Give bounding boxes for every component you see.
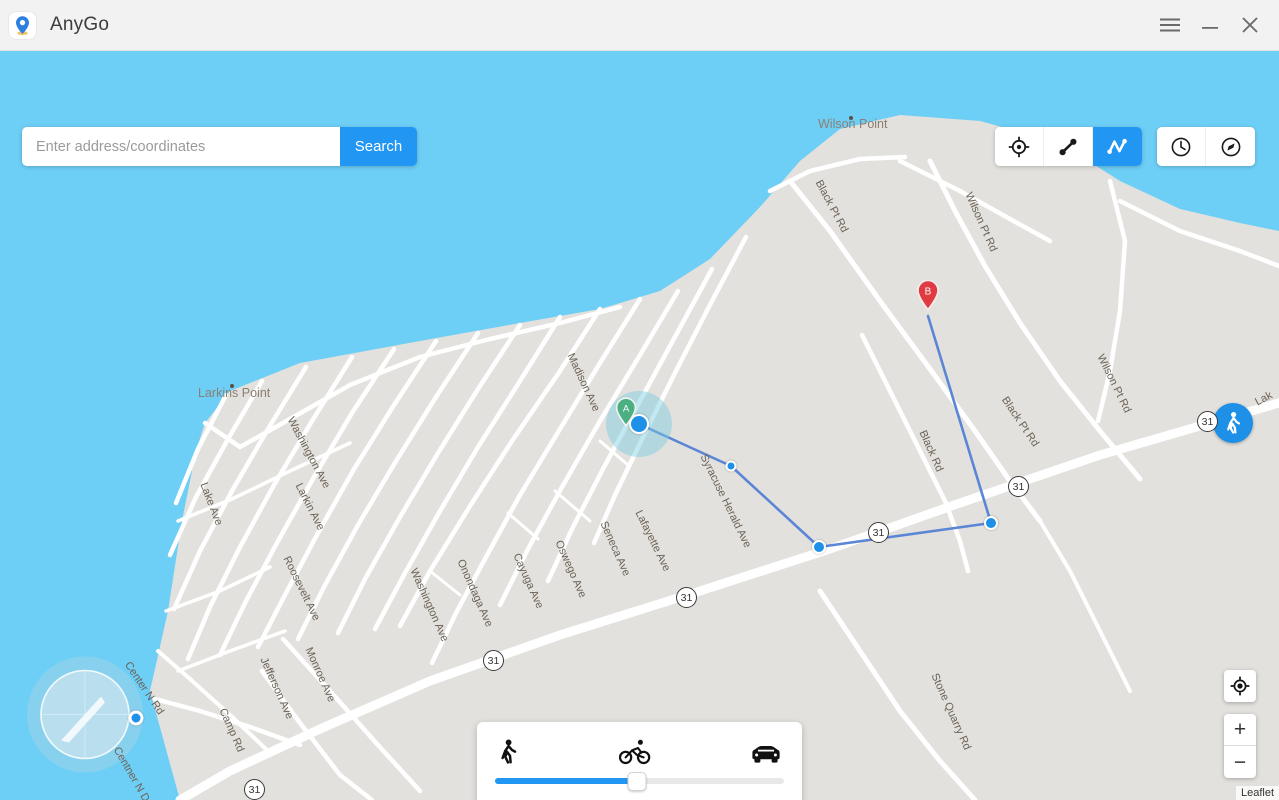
route-waypoint[interactable] (725, 460, 737, 472)
minimize-icon[interactable] (1197, 12, 1223, 38)
route-waypoint[interactable] (984, 516, 998, 530)
current-position-walker[interactable] (1213, 403, 1253, 443)
zoom-out-button[interactable]: − (1224, 746, 1256, 778)
route-waypoint[interactable] (812, 540, 826, 554)
utility-tool-group (1157, 127, 1255, 166)
walking-person-icon (501, 739, 517, 764)
teleport-mode-button[interactable] (995, 127, 1044, 166)
car-icon (752, 746, 780, 763)
history-button[interactable] (1157, 127, 1206, 166)
route-shield: 31 (868, 522, 889, 543)
speed-control-panel: Speed 5.4 m/s,19.44 km/h (477, 722, 802, 800)
map-attribution[interactable]: Leaflet (1235, 786, 1279, 800)
multi-spot-route-button[interactable] (1093, 127, 1142, 166)
window-controls (1157, 12, 1263, 38)
two-spot-route-button[interactable] (1044, 127, 1093, 166)
search-input[interactable] (22, 127, 340, 166)
end-marker-b[interactable]: B (916, 279, 940, 316)
hamburger-menu-icon[interactable] (1157, 12, 1183, 38)
marker-a-label: A (623, 404, 630, 415)
map-canvas[interactable]: A B 31 31 31 31 31 31 Wilson Point Larki… (0, 51, 1279, 800)
route-shield: 31 (1008, 476, 1029, 497)
bicycle-icon (618, 739, 650, 765)
marker-b-label: B (925, 287, 932, 298)
close-icon[interactable] (1237, 12, 1263, 38)
slider-fill (495, 778, 637, 784)
crosshair-target-icon (1008, 136, 1030, 157)
route-shield: 31 (244, 779, 265, 800)
mode-tool-group (995, 127, 1142, 166)
zoom-in-button[interactable]: + (1224, 714, 1256, 746)
compass-icon (1221, 137, 1240, 156)
multi-point-route-icon (1107, 138, 1127, 155)
zoom-controls: + − (1224, 714, 1256, 778)
two-point-route-icon (1059, 138, 1077, 155)
travel-mode-icons (495, 735, 784, 765)
search-bar: Search (22, 127, 417, 166)
clock-icon (1171, 137, 1191, 156)
compass-center-dot (128, 710, 144, 726)
route-shield: 31 (483, 650, 504, 671)
app-title: AnyGo (50, 14, 110, 35)
anygo-app-window: AnyGo A B 31 31 31 31 31 31 Wilson Point… (0, 0, 1279, 800)
bike-mode-icon[interactable] (618, 739, 651, 765)
start-marker-a[interactable]: A (615, 397, 637, 432)
locate-button[interactable] (1224, 670, 1256, 702)
map-pin-logo-icon (9, 11, 36, 39)
route-shield: 31 (676, 587, 697, 608)
walking-person-icon (1227, 412, 1241, 434)
walk-mode-icon[interactable] (497, 739, 519, 765)
title-bar: AnyGo (0, 0, 1279, 51)
speed-slider[interactable] (495, 772, 784, 791)
car-mode-icon[interactable] (750, 743, 782, 765)
locate-crosshair-icon (1230, 676, 1250, 696)
map-toolbar (995, 127, 1255, 166)
slider-thumb[interactable] (627, 772, 647, 791)
route-shield: 31 (1197, 411, 1218, 432)
compass-button[interactable] (1206, 127, 1255, 166)
search-button[interactable]: Search (340, 127, 417, 166)
